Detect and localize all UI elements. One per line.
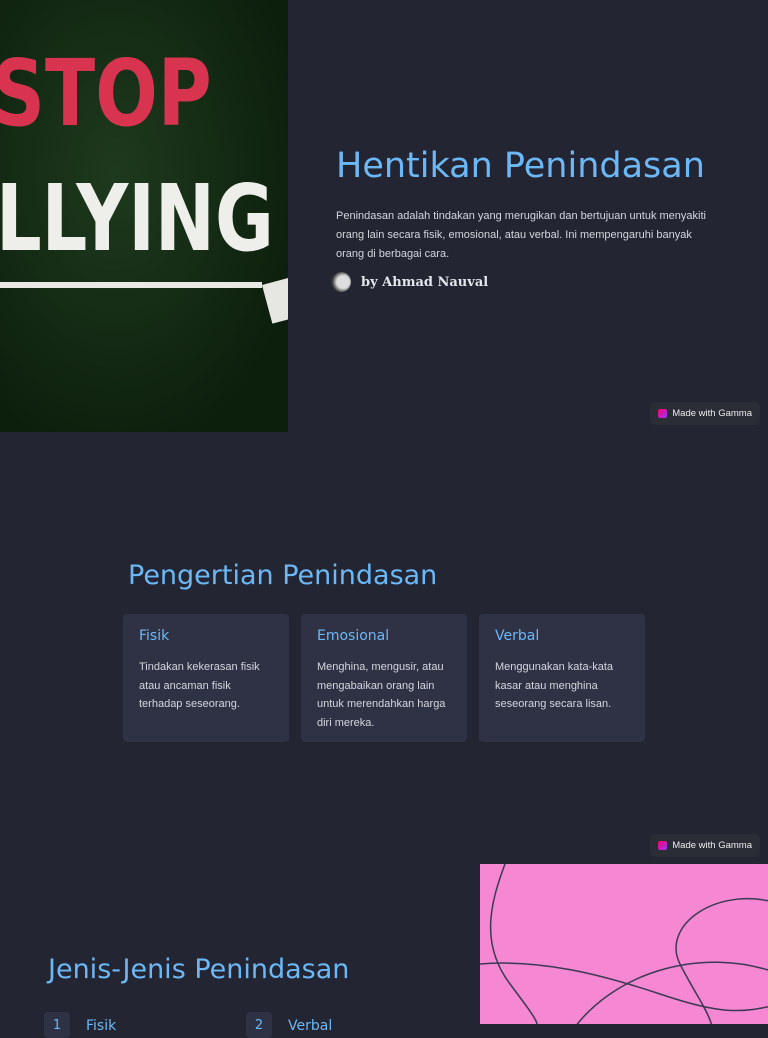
card-text: Menggunakan kata-kata kasar atau menghin… [495, 661, 614, 710]
author: by Ahmad Nauval [331, 272, 488, 292]
card-emosional: Emosional Menghina, mengusir, atau menga… [301, 614, 467, 742]
gamma-logo-icon [658, 409, 668, 418]
definition-title: Pengertian Penindasan [128, 560, 438, 591]
card-verbal: Verbal Menggunakan kata-kata kasar atau … [479, 614, 645, 742]
image-text-bullying: BULLYING [0, 165, 274, 272]
type-item-1: 1 Fisik [44, 1012, 116, 1038]
card-title: Verbal [495, 628, 540, 644]
made-with-gamma-button[interactable]: Made with Gamma [650, 402, 760, 425]
card-fisik: Fisik Tindakan kekerasan fisik atau anca… [123, 614, 289, 742]
item-number: 2 [246, 1012, 272, 1038]
gamma-logo-icon [658, 841, 668, 850]
stop-bullying-image: STOP BULLYING [0, 0, 288, 432]
types-title: Jenis-Jenis Penindasan [48, 954, 350, 985]
card-text: Menghina, mengusir, atau mengabaikan ora… [317, 661, 446, 729]
card-title: Fisik [139, 628, 170, 644]
item-number: 1 [44, 1012, 70, 1038]
type-item-2: 2 Verbal [246, 1012, 332, 1038]
badge-label: Made with Gamma [672, 840, 752, 851]
hero-title: Hentikan Penindasan [336, 146, 705, 186]
card-text: Tindakan kekerasan fisik atau ancaman fi… [139, 661, 260, 710]
avatar [331, 272, 351, 292]
made-with-gamma-button[interactable]: Made with Gamma [650, 834, 760, 857]
badge-label: Made with Gamma [672, 408, 752, 419]
card-title: Emosional [317, 628, 390, 644]
hero-intro: Penindasan adalah tindakan yang merugika… [336, 210, 706, 260]
image-text-stop: STOP [0, 40, 212, 147]
author-name: by Ahmad Nauval [361, 274, 489, 290]
item-label: Verbal [288, 1018, 333, 1034]
decorative-pink-image [480, 864, 768, 1024]
item-label: Fisik [86, 1018, 117, 1034]
